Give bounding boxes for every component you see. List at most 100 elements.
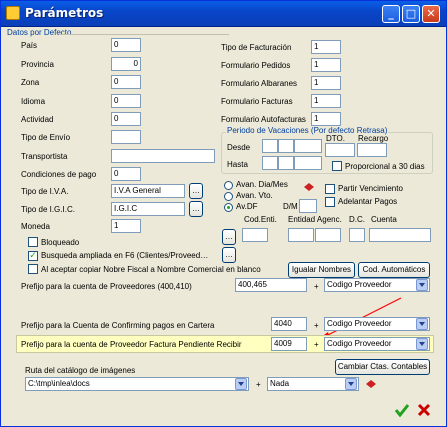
- chevron-down-icon[interactable]: [416, 318, 428, 330]
- tipo-facturacion-label: Tipo de Facturación: [221, 43, 292, 52]
- tipo-igic-input[interactable]: I.G.I.C: [111, 202, 185, 216]
- desde-month-input[interactable]: [278, 139, 294, 153]
- tipo-facturacion-input[interactable]: 1: [311, 40, 341, 54]
- prefijo-proveedores-label: Prefijo para la cuenta de Proveedores (4…: [21, 282, 192, 291]
- pais-label: País: [21, 41, 38, 50]
- av-df-radio[interactable]: [224, 203, 233, 212]
- pais-input[interactable]: 0: [111, 38, 141, 52]
- heading-divider: [59, 34, 229, 35]
- tipo-envio-label: Tipo de Envío: [21, 133, 71, 142]
- maximize-icon: □: [405, 7, 417, 20]
- hasta-month-input[interactable]: [278, 156, 294, 170]
- eraser-icon[interactable]: [303, 182, 315, 192]
- form-albaranes-label: Formulario Albaranes: [221, 79, 298, 88]
- form-facturas-input[interactable]: 1: [311, 94, 341, 108]
- actividad-label: Actividad: [21, 115, 54, 124]
- igualar-nombres-button[interactable]: Igualar Nombres: [288, 262, 355, 278]
- datos-defecto-heading: Datos por Defecto: [7, 28, 72, 37]
- form-facturas-label: Formulario Facturas: [221, 97, 293, 106]
- zona-label: Zona: [21, 78, 40, 87]
- chevron-down-icon[interactable]: [416, 279, 428, 291]
- window-title: Parámetros: [25, 6, 104, 20]
- cancel-icon[interactable]: [417, 403, 431, 417]
- condiciones-pago-input[interactable]: 0: [111, 167, 141, 181]
- cod-automaticos-button[interactable]: Cod. Automáticos: [358, 262, 430, 278]
- chevron-down-icon[interactable]: [416, 338, 428, 350]
- adelantar-pagos-checkbox[interactable]: [325, 197, 335, 207]
- chevron-down-icon[interactable]: [345, 378, 357, 390]
- prefijo-pendiente-label: Prefijo para la cuenta de Proveedor Fact…: [21, 340, 242, 349]
- cuenta-label: Cuenta: [371, 215, 397, 224]
- tipo-igic-lookup-button[interactable]: …: [189, 201, 203, 217]
- zona-input[interactable]: 0: [111, 75, 141, 89]
- tipo-iva-label: Tipo de I.V.A.: [21, 187, 69, 196]
- transportista-label: Transportista: [21, 152, 68, 161]
- close-icon: ✕: [426, 7, 436, 20]
- cod-enti-label: Cod.Enti.: [244, 215, 277, 224]
- form-pedidos-input[interactable]: 1: [311, 58, 341, 72]
- proporcional-label: Proporcional a 30 dias: [345, 162, 425, 171]
- minimize-button[interactable]: _: [382, 5, 400, 23]
- bank-lookup-button[interactable]: …: [222, 229, 236, 245]
- desde-day-input[interactable]: [262, 139, 278, 153]
- recargo-label: Recargo: [358, 134, 389, 143]
- catalogo-label: Ruta del catálogo de imágenes: [25, 366, 136, 375]
- prefijo-pendiente-select[interactable]: Codigo Proveedor: [324, 337, 430, 351]
- provincia-label: Provincia: [21, 60, 54, 69]
- eraser-icon[interactable]: [365, 379, 377, 389]
- prefijo-pendiente-input[interactable]: 4009: [271, 337, 307, 351]
- avanz-vto-radio[interactable]: [224, 192, 233, 201]
- avanz-vto-label: Avan. Vto.: [236, 191, 273, 200]
- desde-extra-input[interactable]: [294, 139, 322, 153]
- hasta-day-input[interactable]: [262, 156, 278, 170]
- entidad-input[interactable]: [288, 228, 314, 242]
- agencia-input[interactable]: [315, 228, 341, 242]
- cuenta-input[interactable]: [369, 228, 431, 242]
- form-albaranes-input[interactable]: 1: [311, 76, 341, 90]
- accept-icon[interactable]: [395, 403, 409, 417]
- avanz-dia-label: Avan. Dia/Mes: [236, 180, 288, 189]
- title-bar[interactable]: Parámetros _ □ ✕: [1, 1, 446, 27]
- copiar-checkbox[interactable]: [28, 264, 38, 274]
- copiar-label: Al aceptar copiar Nobre Fiscal a Nombre …: [41, 265, 261, 274]
- hasta-label: Hasta: [227, 160, 248, 169]
- dm-input[interactable]: [299, 199, 317, 213]
- dto-label: DTO.: [326, 134, 345, 143]
- form-pedidos-label: Formulario Pedidos: [221, 61, 291, 70]
- tipo-envio-input[interactable]: [111, 130, 141, 144]
- provincia-input[interactable]: 0: [111, 57, 141, 71]
- av-df-label: Av.DF: [236, 202, 258, 211]
- entidad-agenc-label: Entidad Agenc.: [288, 215, 342, 224]
- prefijo-confirming-input[interactable]: 4040: [271, 317, 307, 331]
- idioma-input[interactable]: 0: [111, 94, 141, 108]
- prefijo-proveedores-input[interactable]: 400,465: [235, 278, 307, 292]
- form-autofacturas-input[interactable]: 1: [311, 112, 341, 126]
- tipo-iva-lookup-button[interactable]: …: [189, 183, 203, 199]
- avanz-dia-radio[interactable]: [224, 181, 233, 190]
- moneda-input[interactable]: 1: [111, 219, 141, 233]
- busqueda-checkbox[interactable]: ✓: [28, 251, 38, 261]
- app-icon: [6, 6, 20, 20]
- chevron-down-icon[interactable]: [235, 378, 247, 390]
- prefijo-confirming-select[interactable]: Codigo Proveedor: [324, 317, 430, 331]
- recargo-input[interactable]: [357, 143, 387, 157]
- desde-label: Desde: [227, 143, 251, 152]
- plus-2: +: [314, 321, 319, 330]
- bloqueado-checkbox[interactable]: [28, 237, 38, 247]
- catalogo-path-select[interactable]: C:\tmp\inlea\docs: [25, 377, 249, 391]
- proporcional-checkbox[interactable]: [332, 161, 342, 171]
- actividad-input[interactable]: 0: [111, 112, 141, 126]
- maximize-button[interactable]: □: [402, 5, 420, 23]
- partir-vencimiento-checkbox[interactable]: [325, 184, 335, 194]
- prefijo-proveedores-select[interactable]: Codigo Proveedor: [324, 278, 430, 292]
- close-button[interactable]: ✕: [422, 5, 440, 23]
- cod-enti-input[interactable]: [242, 228, 268, 242]
- transportista-input[interactable]: [111, 149, 215, 163]
- partir-vencimiento-label: Partir Vencimiento: [338, 184, 403, 193]
- dc-input[interactable]: [349, 228, 365, 242]
- dto-input[interactable]: [325, 143, 355, 157]
- busqueda-lookup-button[interactable]: …: [222, 247, 236, 263]
- cambiar-ctas-button[interactable]: Cambiar Ctas. Contables: [335, 359, 430, 375]
- hasta-extra-input[interactable]: [294, 156, 322, 170]
- tipo-iva-input[interactable]: I.V.A General: [111, 184, 185, 198]
